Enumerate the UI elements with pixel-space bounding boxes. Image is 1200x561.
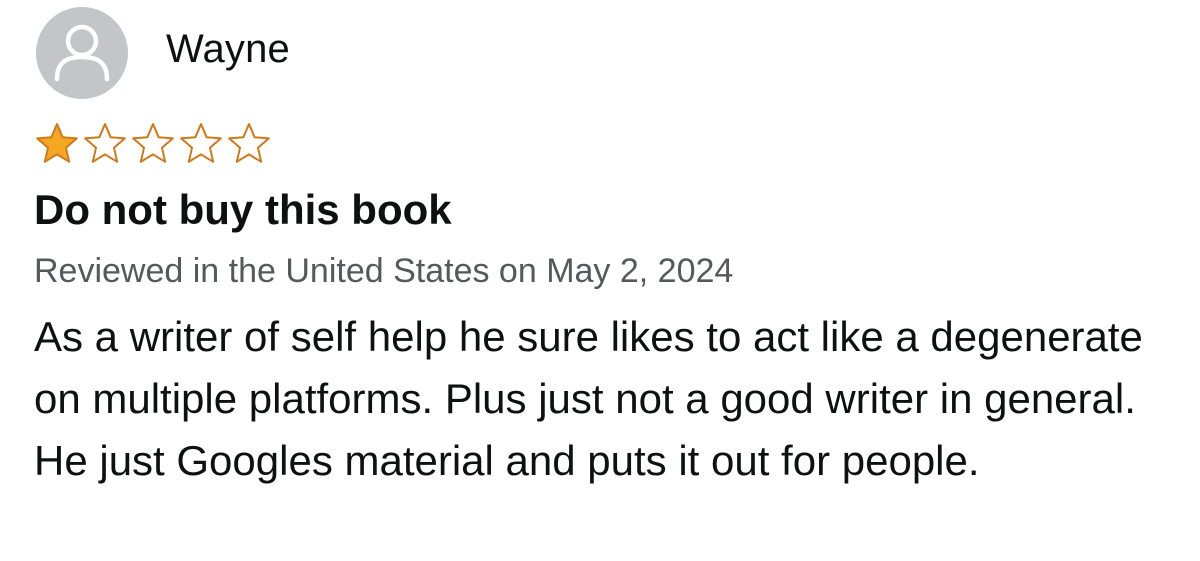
reviewer-name[interactable]: Wayne: [166, 27, 290, 72]
star-rating[interactable]: [34, 121, 272, 165]
star-filled-icon: [34, 121, 80, 165]
review-body: As a writer of self help he sure likes t…: [34, 313, 1143, 484]
reviewer-profile[interactable]: Wayne: [36, 7, 290, 99]
review-card: Wayne Do not buy this book Reviewed in t…: [0, 0, 1200, 561]
star-empty-icon: [226, 121, 272, 165]
review-date: Reviewed in the United States on May 2, …: [34, 252, 734, 290]
review-title[interactable]: Do not buy this book: [34, 186, 452, 234]
avatar[interactable]: [36, 7, 128, 99]
default-user-avatar-icon: [54, 24, 110, 82]
star-empty-icon: [178, 121, 224, 165]
star-empty-icon: [82, 121, 128, 165]
star-empty-icon: [130, 121, 176, 165]
